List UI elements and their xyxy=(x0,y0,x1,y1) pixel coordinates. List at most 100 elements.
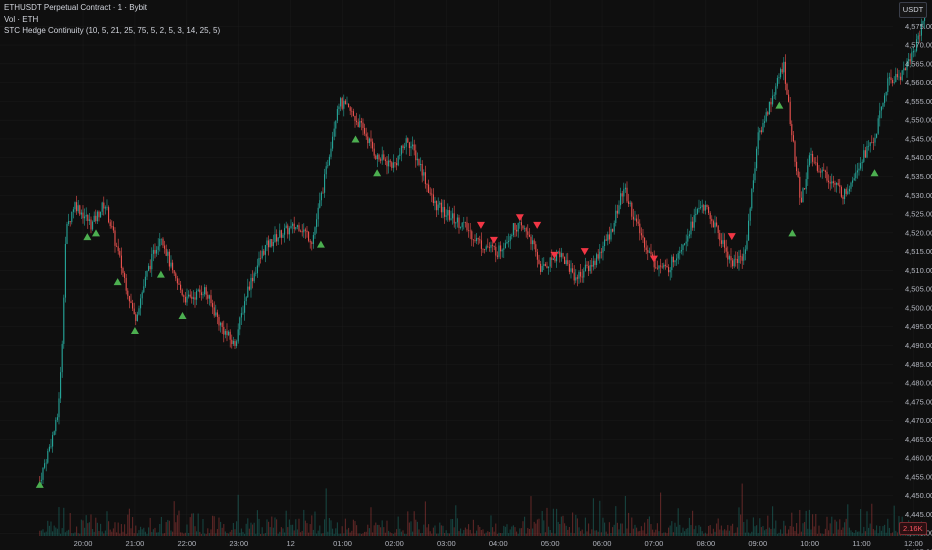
volume-bar xyxy=(600,532,602,536)
volume-bar xyxy=(332,528,334,536)
volume-bar xyxy=(477,525,479,536)
volume-bar xyxy=(418,529,420,536)
candle-body xyxy=(340,98,342,107)
volume-bar xyxy=(757,533,759,536)
candle-body xyxy=(786,83,788,95)
candle-body xyxy=(580,271,582,277)
volume-bar xyxy=(517,533,519,536)
volume-bar xyxy=(434,525,436,536)
volume-bar xyxy=(125,533,127,536)
volume-indicator-label[interactable]: Vol · ETH xyxy=(4,14,220,26)
price-tick-label: 4,540.00 xyxy=(905,153,932,162)
candle-body xyxy=(362,122,364,128)
candle-body xyxy=(140,298,142,309)
candle-body xyxy=(898,76,900,78)
candle-body xyxy=(868,145,870,147)
volume-bar xyxy=(744,532,746,536)
volume-bar xyxy=(157,532,159,536)
buy-signal-marker xyxy=(130,326,139,334)
candle-body xyxy=(410,146,412,149)
candle-body xyxy=(85,214,87,217)
candle-body xyxy=(564,256,566,265)
volume-bar xyxy=(205,533,207,536)
candle-body xyxy=(828,180,830,183)
sell-signal-marker xyxy=(476,221,485,229)
candle-body xyxy=(335,120,337,129)
candle-body xyxy=(370,138,372,142)
candle-body xyxy=(869,142,871,146)
candle-body xyxy=(106,207,108,208)
symbol-title[interactable]: ETHUSDT Perpetual Contract · 1 · Bybit xyxy=(4,2,220,14)
candle-body xyxy=(130,301,132,303)
volume-bar xyxy=(431,533,433,536)
candle-body xyxy=(876,133,878,138)
candle-body xyxy=(399,154,401,157)
price-axis[interactable]: 4,575.00 4,570.00 4,565.00 4,560.00 4,555.00… xyxy=(905,22,932,550)
candle-body xyxy=(853,178,855,181)
volume-bar xyxy=(752,517,754,536)
candle-body xyxy=(735,258,737,260)
candle-body xyxy=(52,435,54,447)
volume-bar xyxy=(296,529,298,536)
candle-body xyxy=(620,193,622,206)
candle-body xyxy=(802,188,804,203)
volume-bar xyxy=(759,518,761,536)
time-axis[interactable]: 20:00 21:00 22:00 23:00 12 01:00 02:00 03:00 04:… xyxy=(74,539,923,548)
candle-body xyxy=(290,225,292,229)
volume-bar xyxy=(282,528,284,536)
volume-bar xyxy=(248,528,250,536)
volume-bar xyxy=(573,533,575,536)
volume-bar xyxy=(810,529,812,536)
volume-bar xyxy=(53,525,55,536)
candle-body xyxy=(820,171,822,173)
candle-body xyxy=(231,339,233,345)
candle-body xyxy=(823,169,825,171)
candle-body xyxy=(618,205,620,214)
currency-button[interactable]: USDT xyxy=(899,2,927,18)
candle-body xyxy=(658,265,660,269)
candle-body xyxy=(644,237,646,248)
volume-bar xyxy=(791,512,793,536)
candle-body xyxy=(519,222,521,224)
chart-canvas[interactable]: 4,575.00 4,570.00 4,565.00 4,560.00 4,555.00… xyxy=(0,0,932,550)
volume-bar xyxy=(200,533,202,536)
volume-bar xyxy=(496,533,498,536)
candle-body xyxy=(181,289,183,296)
candle-body xyxy=(288,228,290,235)
volume-bar xyxy=(116,532,118,536)
candle-body xyxy=(720,240,722,244)
candle-body xyxy=(56,417,58,420)
candle-body xyxy=(45,462,47,464)
volume-bar xyxy=(412,531,414,536)
volume-bar xyxy=(274,517,276,536)
volume-bar xyxy=(530,496,532,536)
volume-bar xyxy=(204,533,206,536)
volume-bar xyxy=(832,533,834,536)
candle-body xyxy=(631,202,633,217)
candle-body xyxy=(365,133,367,137)
volume-bar xyxy=(397,516,399,536)
candle-body xyxy=(749,208,751,221)
candle-body xyxy=(498,245,500,257)
time-tick-label: 02:00 xyxy=(385,539,404,548)
volume-bar xyxy=(44,532,46,536)
candle-body xyxy=(904,68,906,71)
volume-bar xyxy=(503,525,505,536)
candle-body xyxy=(808,155,810,166)
volume-bar xyxy=(194,526,196,536)
volume-bar xyxy=(376,524,378,536)
volume-bar xyxy=(365,531,367,536)
candle-body xyxy=(189,294,191,297)
candle-body xyxy=(215,312,217,316)
candle-body xyxy=(412,144,414,147)
candle-body xyxy=(725,247,727,252)
volume-bar xyxy=(188,533,190,536)
volume-bar xyxy=(399,528,401,536)
stc-indicator-label[interactable]: STC Hedge Continuity (10, 5, 21, 25, 75,… xyxy=(4,25,220,37)
volume-bar xyxy=(231,529,233,536)
volume-bar xyxy=(295,519,297,536)
candle-body xyxy=(863,150,865,162)
volume-bar xyxy=(778,532,780,536)
candle-body xyxy=(880,106,882,111)
volume-bar xyxy=(45,531,47,536)
